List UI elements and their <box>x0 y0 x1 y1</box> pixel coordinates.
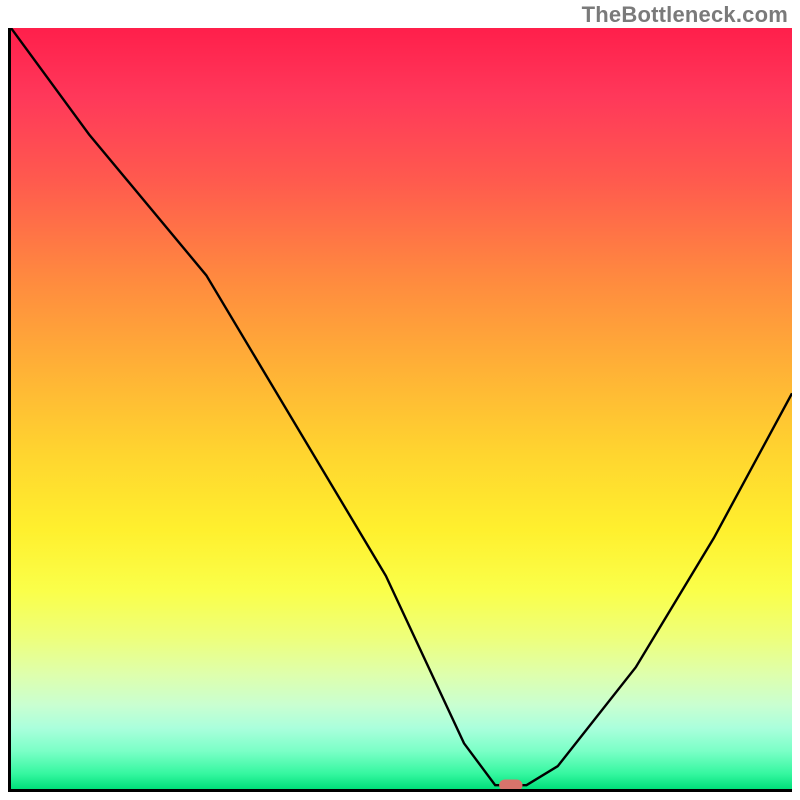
marker-point <box>499 780 522 790</box>
bottleneck-curve-path <box>11 28 792 785</box>
watermark-text: TheBottleneck.com <box>582 2 788 28</box>
chart-plot-area <box>8 28 792 792</box>
chart-svg <box>11 28 792 789</box>
